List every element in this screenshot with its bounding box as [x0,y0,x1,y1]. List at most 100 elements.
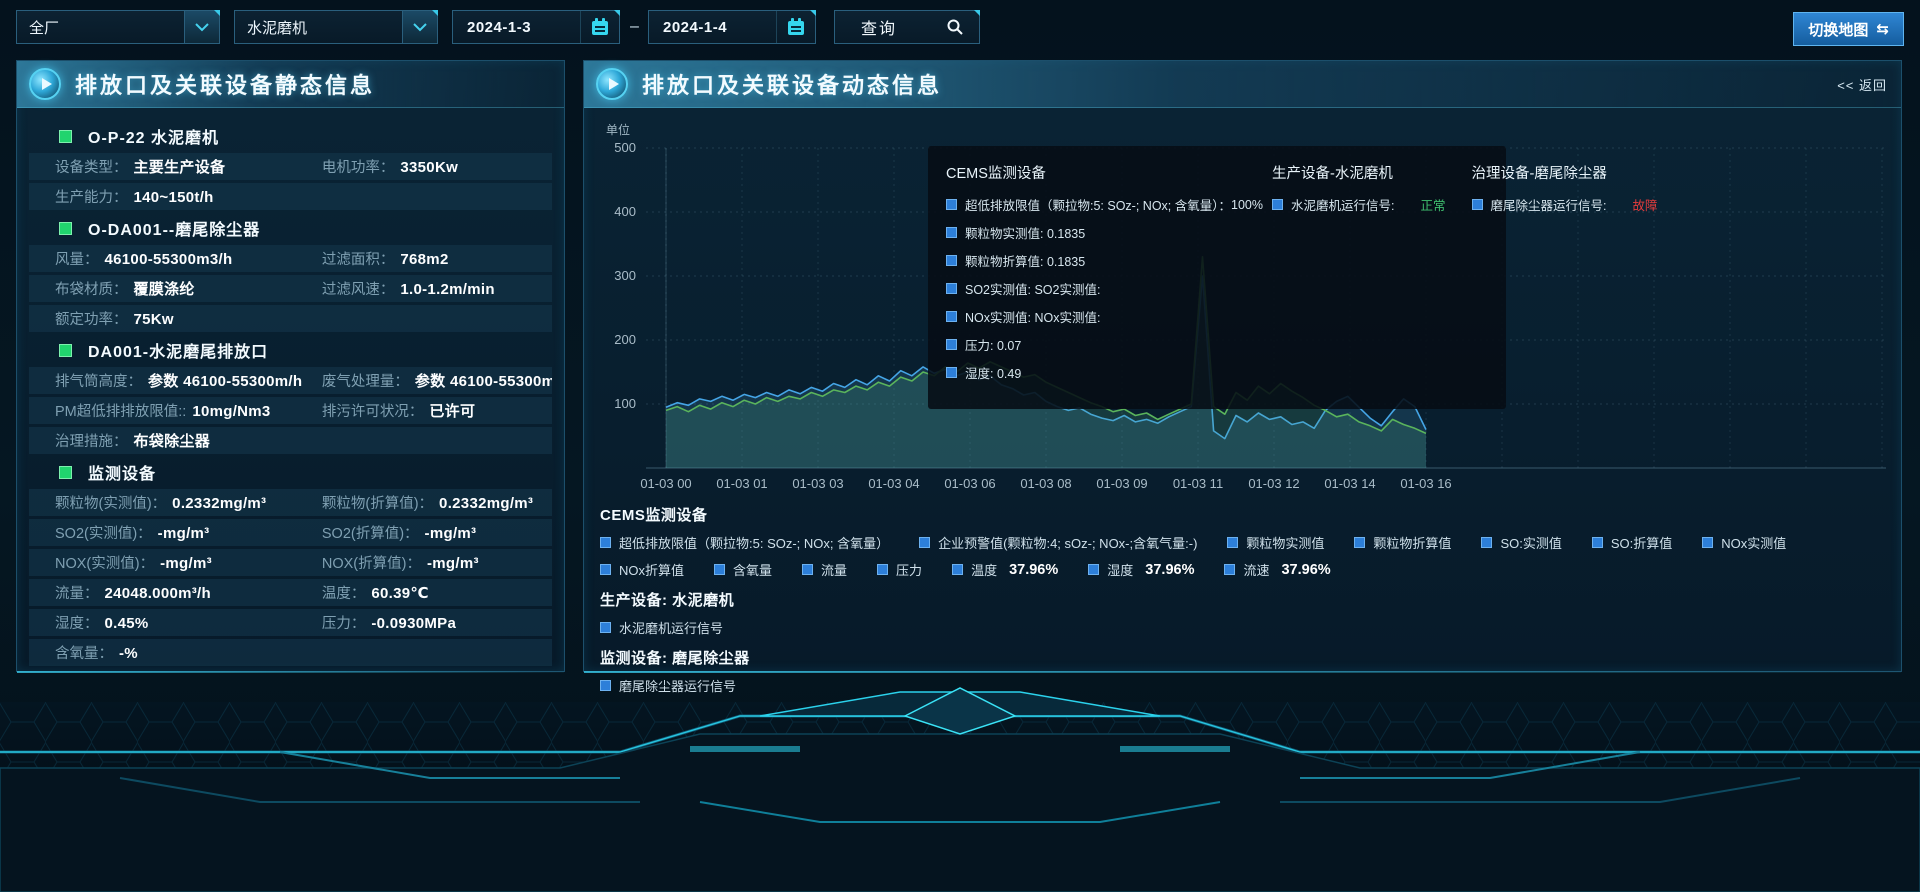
legend-item-label: 含氧量 [733,560,772,579]
legend-item-label: NOx实测值 [1721,533,1786,552]
table-row: 设备类型： 主要生产设备 电机功率： 3350Kw [29,153,552,180]
static-panel-body: O-P-22 水泥磨机设备类型： 主要生产设备 电机功率： 3350Kw 生产能力：14… [17,108,564,679]
query-button[interactable]: 查询 [834,10,980,44]
legend-item[interactable]: 温度37.96% [952,560,1058,579]
table-row: 湿度：0.45%压力： -0.0930MPa [29,609,552,636]
dashboard-stage: 全厂 水泥磨机 2024-1-3 – [0,0,1920,892]
date-start-value: 2024-1-3 [453,19,580,36]
section-header: 监测设备 [29,458,552,486]
blue-square-icon [1227,537,1238,548]
legend-item[interactable]: NOx折算值 [600,560,684,579]
field-label: NOX(折算值)： [322,552,421,573]
field-label: 过滤面积： [322,248,395,269]
legend-item[interactable]: 压力 [877,560,922,579]
legend-item[interactable]: 超低排放限值（颗拉物:5: SOz-; NOx; 含氧量） [600,533,889,552]
field-value: 140~150t/h [134,189,214,206]
switch-map-button[interactable]: 切换地图 ⇆ [1793,12,1904,46]
field-label: 废气处理量： [322,370,409,391]
legend-item-label: 水泥磨机运行信号 [619,618,723,637]
field-value: 3350Kw [400,159,458,176]
field-label: 排污许可状况： [322,400,424,421]
field-label: 设备类型： [55,156,128,177]
legend-item[interactable]: NOx实测值 [1702,533,1786,552]
legend-item-label: 企业预警值(颗粒物:4; sOz-; NOx-;含氧气量:-) [938,533,1197,552]
calendar-icon[interactable] [580,11,619,43]
calendar-icon[interactable] [776,11,815,43]
plant-select[interactable]: 全厂 [16,10,220,44]
query-button-label: 查询 [835,15,931,39]
legend-item[interactable]: 磨尾除尘器运行信号 [600,676,736,695]
legend-item[interactable]: 企业预警值(颗粒物:4; sOz-; NOx-;含氧气量:-) [919,533,1197,552]
field-label: 压力： [322,612,366,633]
legend-item-label: 颗粒物折算值 [1373,533,1451,552]
field-value: 主要生产设备 [134,156,226,177]
legend-item[interactable]: 颗粒物实测值 [1227,533,1324,552]
legend-item[interactable]: 流量 [802,560,847,579]
field-cell: 湿度：0.45% [29,612,322,633]
dynamic-panel-header: 排放口及关联设备动态信息 << 返回 [584,61,1901,108]
field-label: 过滤风速： [322,278,395,299]
line-chart-svg[interactable]: 单位10020030040050001-03 0001-03 0101-03 0… [596,120,1892,494]
field-cell: 颗粒物(折算值)：0.2332mg/m³ [322,492,552,513]
legend-cems-header: CEMS监测设备 [600,504,1889,525]
legend-item-label: 流速 [1243,560,1269,579]
field-value: 46100-55300m3/h [105,251,233,268]
legend-item[interactable]: 含氧量 [714,560,772,579]
field-value: 布袋除尘器 [134,430,211,451]
legend-item-label: 湿度 [1107,560,1133,579]
switch-map-label: 切换地图 [1808,19,1868,40]
field-label: SO2(实测值)： [55,522,152,543]
blue-square-icon [600,537,611,548]
blue-square-icon [877,564,888,575]
series-area-series-green [666,257,1426,468]
table-row: 颗粒物(实测值)：0.2332mg/m³颗粒物(折算值)：0.2332mg/m³ [29,489,552,516]
dynamic-info-panel: 排放口及关联设备动态信息 << 返回 单位10020030040050001-0… [583,60,1902,672]
table-row: 生产能力：140~150t/h [29,183,552,210]
date-start-input[interactable]: 2024-1-3 [452,10,620,44]
play-icon [596,68,628,100]
chevron-down-icon[interactable] [402,11,437,43]
legend-item[interactable]: 流速37.96% [1224,560,1330,579]
static-info-panel: 排放口及关联设备静态信息 O-P-22 水泥磨机设备类型：主要生产设备电机功率：… [16,60,565,672]
toolbar: 全厂 水泥磨机 2024-1-3 – [0,0,1920,52]
legend-item[interactable]: 水泥磨机运行信号 [600,618,723,637]
legend-item[interactable]: SO:折算值 [1592,533,1672,552]
field-value: -mg/m³ [160,555,212,572]
legend-production-header: 生产设备: 水泥磨机 [600,589,1889,610]
field-cell: 排气筒高度： 参数 46100-55300m/h [29,370,322,391]
legend-item[interactable]: 颗粒物折算值 [1354,533,1451,552]
back-link[interactable]: << 返回 [1837,75,1887,94]
field-label: PM超低排排放限值:: [55,400,186,421]
legend-item[interactable]: SO:实测值 [1481,533,1561,552]
field-label: 排气筒高度： [55,370,142,391]
legend-item-label: 温度 [971,560,997,579]
y-axis-unit-label: 单位 [606,122,630,137]
field-value: 覆膜涤纶 [134,278,195,299]
field-value: 参数 46100-55300m/h [148,370,302,391]
x-tick-label: 01-03 01 [716,476,767,491]
field-cell: NOX(折算值)：-mg/m³ [322,552,552,573]
field-value: -0.0930MPa [371,615,456,632]
device-select[interactable]: 水泥磨机 [234,10,438,44]
green-square-icon [59,466,72,479]
field-value: -% [119,645,138,662]
play-icon [29,68,61,100]
field-value: 已许可 [429,400,475,421]
field-value: -mg/m³ [425,525,477,542]
y-tick-label: 300 [614,268,636,283]
field-label: 电机功率： [322,156,395,177]
section-header: O-P-22 水泥磨机 [29,122,552,150]
chevron-down-icon[interactable] [184,11,219,43]
x-tick-label: 01-03 16 [1400,476,1451,491]
date-end-value: 2024-1-4 [649,19,776,36]
field-cell: 过滤风速：1.0-1.2m/min [322,278,552,299]
section-title: 监测设备 [88,460,156,484]
blue-square-icon [802,564,813,575]
legend-item-label: 颗粒物实测值 [1246,533,1324,552]
date-end-input[interactable]: 2024-1-4 [648,10,816,44]
field-cell: 风量：46100-55300m3/h [29,248,322,269]
legend-item[interactable]: 湿度37.96% [1088,560,1194,579]
x-tick-label: 01-03 06 [944,476,995,491]
dynamic-chart[interactable]: 单位10020030040050001-03 0001-03 0101-03 0… [596,120,1892,494]
legend-item-label: 压力 [896,560,922,579]
